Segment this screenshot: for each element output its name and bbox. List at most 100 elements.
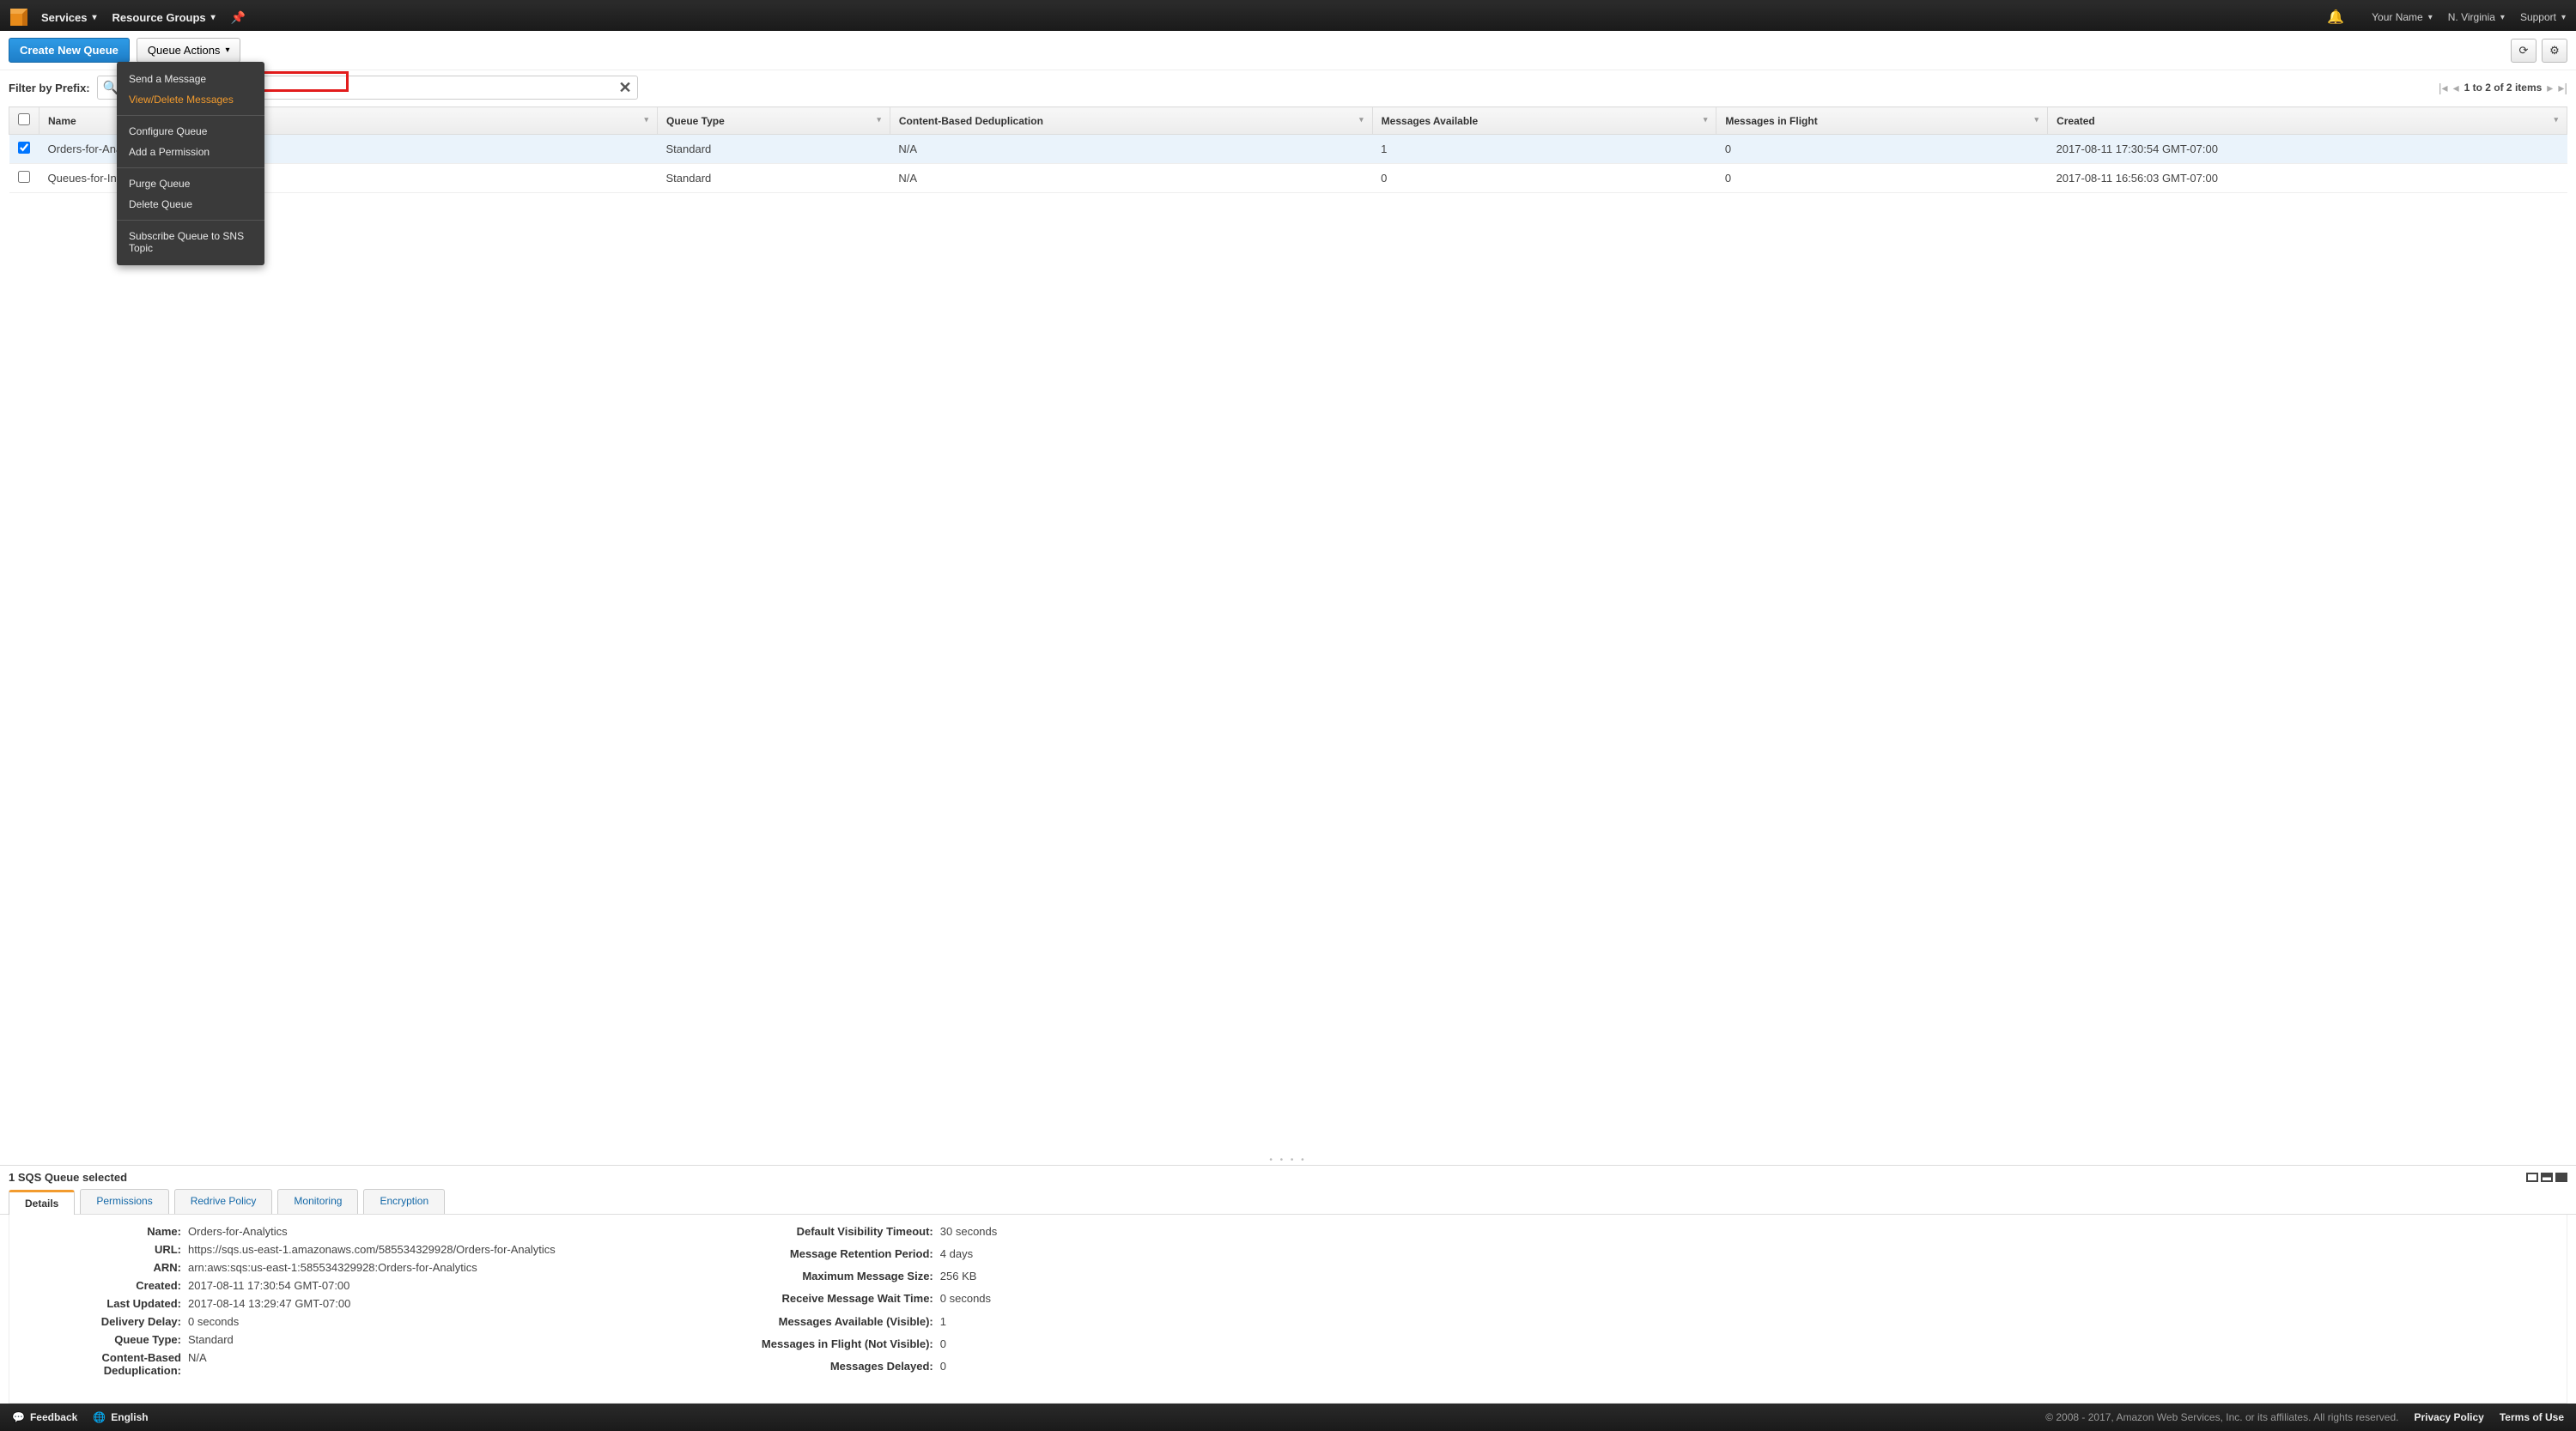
global-footer: 💬Feedback 🌐English © 2008 - 2017, Amazon… xyxy=(0,1404,2576,1431)
nav-services[interactable]: Services▾ xyxy=(41,11,97,24)
tab-redrive-policy[interactable]: Redrive Policy xyxy=(174,1189,273,1214)
detail-key: Messages Delayed: xyxy=(744,1360,933,1377)
tab-encryption[interactable]: Encryption xyxy=(363,1189,445,1214)
menu-send-message[interactable]: Send a Message xyxy=(117,69,264,89)
bell-icon[interactable]: 🔔 xyxy=(2327,9,2344,26)
cell-flight: 0 xyxy=(1716,135,2048,164)
menu-add-permission[interactable]: Add a Permission xyxy=(117,142,264,162)
language-selector[interactable]: 🌐English xyxy=(93,1411,148,1423)
tab-permissions[interactable]: Permissions xyxy=(80,1189,168,1214)
cell-dedup: N/A xyxy=(890,164,1372,193)
details-pane: Name:Orders-for-AnalyticsURL:https://sqs… xyxy=(9,1215,2567,1404)
sort-icon[interactable]: ▾ xyxy=(1704,115,1708,124)
layout-split-button[interactable] xyxy=(2541,1173,2553,1182)
detail-value: 0 xyxy=(940,1360,998,1377)
sort-icon[interactable]: ▾ xyxy=(1359,115,1364,124)
page-last-button[interactable]: ▸| xyxy=(2558,81,2567,95)
nav-resource-groups[interactable]: Resource Groups▾ xyxy=(112,11,216,24)
cell-queue-type: Standard xyxy=(658,135,890,164)
col-name[interactable]: Name xyxy=(48,115,76,127)
col-messages-available[interactable]: Messages Available xyxy=(1382,115,1479,127)
detail-value: 4 days xyxy=(940,1247,998,1264)
detail-key: Default Visibility Timeout: xyxy=(744,1225,933,1242)
detail-value: Orders-for-Analytics xyxy=(188,1225,556,1238)
detail-key: Queue Type: xyxy=(27,1333,181,1346)
detail-key: Receive Message Wait Time: xyxy=(744,1292,933,1309)
nav-account[interactable]: Your Name▾ xyxy=(2372,11,2433,23)
aws-logo-icon[interactable] xyxy=(10,9,27,26)
row-checkbox[interactable] xyxy=(18,171,30,183)
split-handle[interactable]: • • • • xyxy=(0,1155,2576,1165)
detail-key: Last Updated: xyxy=(27,1297,181,1310)
sort-icon[interactable]: ▾ xyxy=(644,115,648,124)
menu-view-delete-messages[interactable]: View/Delete Messages xyxy=(117,89,264,110)
col-messages-in-flight[interactable]: Messages in Flight xyxy=(1725,115,1817,127)
detail-value: N/A xyxy=(188,1351,556,1377)
speech-icon: 💬 xyxy=(12,1411,25,1423)
queue-actions-button[interactable]: Queue Actions▾ xyxy=(137,38,241,63)
table-row[interactable]: Orders-for-AnalyticsStandardN/A102017-08… xyxy=(9,135,2567,164)
privacy-policy-link[interactable]: Privacy Policy xyxy=(2414,1411,2483,1423)
layout-full-button[interactable] xyxy=(2555,1173,2567,1182)
chevron-down-icon: ▾ xyxy=(93,13,97,22)
menu-configure-queue[interactable]: Configure Queue xyxy=(117,121,264,142)
layout-none-button[interactable] xyxy=(2526,1173,2538,1182)
filter-row: Filter by Prefix: 🔍 ✕ |◂ ◂ 1 to 2 of 2 i… xyxy=(0,70,2576,106)
detail-key: Message Retention Period: xyxy=(744,1247,933,1264)
chevron-down-icon: ▾ xyxy=(2561,13,2566,22)
col-queue-type[interactable]: Queue Type xyxy=(666,115,725,127)
refresh-icon: ⟳ xyxy=(2519,44,2529,58)
clear-filter-button[interactable]: ✕ xyxy=(619,79,632,97)
menu-delete-queue[interactable]: Delete Queue xyxy=(117,194,264,215)
paginator: |◂ ◂ 1 to 2 of 2 items ▸ ▸| xyxy=(2439,81,2567,95)
filter-label: Filter by Prefix: xyxy=(9,82,90,94)
detail-value: 2017-08-11 17:30:54 GMT-07:00 xyxy=(188,1279,556,1292)
detail-key: Created: xyxy=(27,1279,181,1292)
chevron-down-icon: ▾ xyxy=(2428,13,2433,22)
copyright-text: © 2008 - 2017, Amazon Web Services, Inc.… xyxy=(2045,1411,2398,1423)
global-nav: Services▾ Resource Groups▾ 📌 🔔 Your Name… xyxy=(0,0,2576,31)
feedback-link[interactable]: 💬Feedback xyxy=(12,1411,77,1423)
cell-created: 2017-08-11 16:56:03 GMT-07:00 xyxy=(2048,164,2567,193)
nav-support[interactable]: Support▾ xyxy=(2520,11,2566,23)
menu-purge-queue[interactable]: Purge Queue xyxy=(117,173,264,194)
detail-value: 30 seconds xyxy=(940,1225,998,1242)
queue-actions-menu: Send a Message View/Delete Messages Conf… xyxy=(117,62,264,265)
menu-subscribe-sns[interactable]: Subscribe Queue to SNS Topic xyxy=(117,226,264,258)
cell-avail: 0 xyxy=(1372,164,1716,193)
detail-key: Delivery Delay: xyxy=(27,1315,181,1328)
terms-of-use-link[interactable]: Terms of Use xyxy=(2500,1411,2564,1423)
chevron-down-icon: ▾ xyxy=(211,13,216,22)
col-dedup[interactable]: Content-Based Deduplication xyxy=(899,115,1043,127)
create-queue-button[interactable]: Create New Queue xyxy=(9,38,130,63)
sort-icon[interactable]: ▾ xyxy=(2035,115,2039,124)
detail-value: 2017-08-14 13:29:47 GMT-07:00 xyxy=(188,1297,556,1310)
page-prev-button[interactable]: ◂ xyxy=(2453,81,2459,95)
table-row[interactable]: Queues-for-InventoStandardN/A002017-08-1… xyxy=(9,164,2567,193)
detail-tabs: Details Permissions Redrive Policy Monit… xyxy=(0,1189,2576,1215)
detail-value: 1 xyxy=(940,1315,998,1332)
detail-value: 0 xyxy=(940,1337,998,1355)
chevron-down-icon: ▾ xyxy=(2500,13,2505,22)
selection-title: 1 SQS Queue selected xyxy=(9,1171,127,1184)
select-all-checkbox[interactable] xyxy=(18,113,30,125)
detail-value: 256 KB xyxy=(940,1270,998,1287)
refresh-button[interactable]: ⟳ xyxy=(2511,39,2537,63)
globe-icon: 🌐 xyxy=(93,1411,106,1423)
settings-button[interactable]: ⚙ xyxy=(2542,39,2567,63)
detail-value: Standard xyxy=(188,1333,556,1346)
tab-monitoring[interactable]: Monitoring xyxy=(277,1189,358,1214)
row-checkbox[interactable] xyxy=(18,142,30,154)
sort-icon[interactable]: ▾ xyxy=(2554,115,2558,124)
page-first-button[interactable]: |◂ xyxy=(2439,81,2448,95)
pin-icon[interactable]: 📌 xyxy=(231,10,246,25)
page-next-button[interactable]: ▸ xyxy=(2547,81,2553,95)
col-created[interactable]: Created xyxy=(2057,115,2095,127)
cell-dedup: N/A xyxy=(890,135,1372,164)
cell-flight: 0 xyxy=(1716,164,2048,193)
tab-details[interactable]: Details xyxy=(9,1190,75,1215)
sort-icon[interactable]: ▾ xyxy=(877,115,881,124)
detail-key: Maximum Message Size: xyxy=(744,1270,933,1287)
detail-key: Content-Based Deduplication: xyxy=(27,1351,181,1377)
nav-region[interactable]: N. Virginia▾ xyxy=(2448,11,2505,23)
